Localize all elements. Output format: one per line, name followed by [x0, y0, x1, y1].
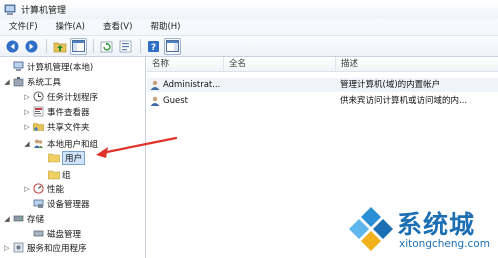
window-title: 计算机管理	[21, 6, 67, 16]
export-list-icon[interactable]	[117, 38, 134, 55]
expand-arrow-icon[interactable]: ▷	[23, 93, 31, 101]
services-icon	[13, 242, 24, 253]
svg-text:?: ?	[151, 43, 156, 53]
tree-item-label: 共享文件夹	[47, 122, 90, 133]
tree-item-device-manager[interactable]: 设备管理器	[23, 197, 90, 210]
tree-item-label: 存储	[27, 214, 45, 225]
tree-item-computer-management[interactable]: 计算机管理(本地)	[3, 60, 93, 73]
tree-item-groups[interactable]: 组	[38, 168, 71, 181]
toolbar-separator	[93, 39, 94, 53]
computer-icon	[13, 61, 24, 72]
event-viewer-icon	[33, 106, 44, 117]
tree-item-event-viewer[interactable]: ▷ 事件查看器	[23, 105, 90, 118]
folder-icon	[48, 152, 60, 163]
help-icon[interactable]: ?	[145, 38, 162, 55]
show-tree-icon[interactable]	[70, 37, 87, 55]
tree-item-storage[interactable]: ◢ 存储	[3, 212, 44, 225]
menu-view[interactable]: 查看(V)	[94, 19, 141, 36]
toolbar: ?	[0, 36, 498, 57]
watermark-url: xitongcheng.com	[399, 238, 490, 250]
watermark: 系统城 xitongcheng.com	[345, 203, 495, 255]
expand-arrow-icon[interactable]: ◢	[3, 78, 11, 86]
list-row-administrator[interactable]: Administrat... 管理计算机(域)的内置帐户	[147, 78, 498, 92]
toolbar-separator	[140, 39, 141, 53]
disk-icon	[33, 228, 44, 239]
back-arrow-icon[interactable]	[4, 38, 21, 55]
user-name: Guest	[163, 96, 188, 106]
menu-action[interactable]: 操作(A)	[47, 19, 94, 36]
user-name: Administrat...	[163, 80, 221, 90]
title-bar: 计算机管理	[0, 0, 498, 19]
performance-icon	[33, 183, 44, 194]
tree-item-performance[interactable]: ▷ 性能	[23, 182, 64, 195]
users-groups-icon	[33, 138, 44, 149]
column-header-description[interactable]: 描述	[336, 57, 498, 72]
device-manager-icon	[33, 198, 44, 209]
user-icon	[150, 80, 160, 90]
toolbar-separator	[46, 39, 47, 53]
menu-help[interactable]: 帮助(H)	[141, 19, 189, 36]
navigation-tree: 计算机管理(本地) ◢ 系统工具 ▷ 任务计划程序 ▷ 事件查看器 ▷ 共享文件…	[0, 57, 146, 258]
tree-item-label: 任务计划程序	[47, 92, 99, 103]
expand-arrow-icon[interactable]: ▷	[23, 123, 31, 131]
tools-icon	[13, 76, 24, 87]
tree-item-task-scheduler[interactable]: ▷ 任务计划程序	[23, 90, 98, 103]
user-full-name	[229, 78, 329, 92]
tree-item-label: 设备管理器	[47, 199, 90, 210]
user-icon	[150, 96, 160, 106]
properties-icon[interactable]	[164, 37, 181, 55]
tree-item-label: 用户	[62, 150, 86, 165]
expand-arrow-icon[interactable]: ▷	[3, 244, 11, 252]
list-row-guest[interactable]: Guest 供来宾访问计算机或访问域的内...	[147, 94, 498, 108]
tree-item-label: 磁盘管理	[47, 229, 82, 240]
expand-arrow-icon[interactable]: ▷	[23, 185, 31, 193]
tree-item-disk-management[interactable]: 磁盘管理	[23, 227, 81, 240]
column-header-name[interactable]: 名称	[147, 57, 224, 72]
user-description: 供来宾访问计算机或访问域的内...	[340, 96, 468, 106]
expand-arrow-icon[interactable]: ◢	[3, 215, 11, 223]
watermark-brand: 系统城	[397, 210, 476, 239]
tree-item-label: 计算机管理(本地)	[27, 62, 94, 73]
tree-item-label: 事件查看器	[47, 107, 90, 118]
refresh-icon[interactable]	[98, 38, 115, 55]
menu-bar: 文件(F) 操作(A) 查看(V) 帮助(H)	[0, 19, 498, 36]
tree-item-label: 本地用户和组	[47, 139, 99, 150]
user-description: 管理计算机(域)的内置帐户	[340, 80, 441, 90]
computer-management-icon	[4, 4, 16, 16]
tree-item-label: 服务和应用程序	[27, 243, 87, 254]
forward-arrow-icon[interactable]	[23, 38, 40, 55]
menu-file[interactable]: 文件(F)	[0, 19, 47, 36]
tree-item-label: 性能	[47, 184, 65, 195]
up-folder-icon[interactable]	[51, 38, 68, 55]
list-header: 名称 全名 描述	[147, 57, 498, 72]
tree-item-label: 系统工具	[27, 77, 62, 88]
column-header-full-name[interactable]: 全名	[224, 57, 336, 72]
clock-icon	[33, 91, 44, 102]
expand-arrow-icon[interactable]: ◢	[23, 140, 31, 148]
xitongcheng-logo-icon	[345, 203, 397, 255]
user-full-name	[229, 94, 329, 108]
shared-folder-icon	[33, 121, 44, 132]
tree-item-label: 组	[62, 170, 71, 181]
tree-item-local-users-groups[interactable]: ◢ 本地用户和组	[23, 137, 98, 150]
storage-icon	[13, 213, 24, 224]
expand-arrow-icon[interactable]: ▷	[23, 108, 31, 116]
tree-item-system-tools[interactable]: ◢ 系统工具	[3, 75, 61, 88]
tree-item-shared-folders[interactable]: ▷ 共享文件夹	[23, 120, 90, 133]
folder-icon	[48, 169, 60, 180]
tree-item-users[interactable]: 用户	[38, 150, 86, 165]
tree-item-services-apps[interactable]: ▷ 服务和应用程序	[3, 241, 87, 254]
